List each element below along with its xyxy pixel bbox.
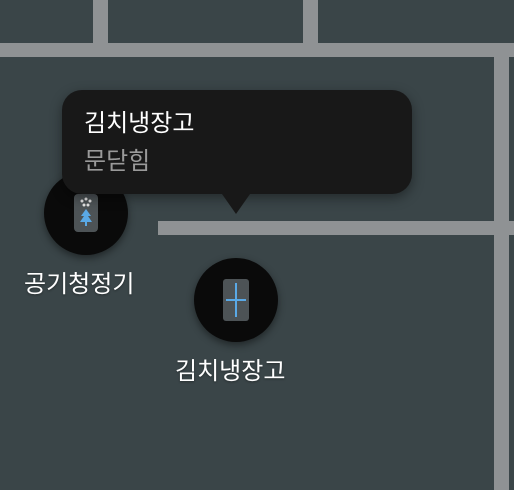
wall-top-horizontal [0,43,514,57]
device-tooltip: 김치냉장고 문닫힘 [62,90,412,214]
tooltip-status: 문닫힘 [84,147,151,175]
tooltip-arrow [222,194,250,214]
air-purifier-icon [74,194,98,232]
wall-middle-horizontal [158,221,514,235]
wall-right-vertical [494,43,509,490]
kimchi-refrigerator-icon [223,279,249,321]
floor-plan: 공기청정기 김치냉장고 김치냉장고 문닫힘 [0,0,514,490]
air-purifier-label: 공기청정기 [24,270,135,298]
wall-top-vertical-left [93,0,108,43]
kimchi-refrigerator-label: 김치냉장고 [175,357,286,385]
wall-top-vertical-right [303,0,318,43]
tooltip-title: 김치냉장고 [84,109,195,137]
kimchi-refrigerator-device[interactable] [194,258,278,342]
